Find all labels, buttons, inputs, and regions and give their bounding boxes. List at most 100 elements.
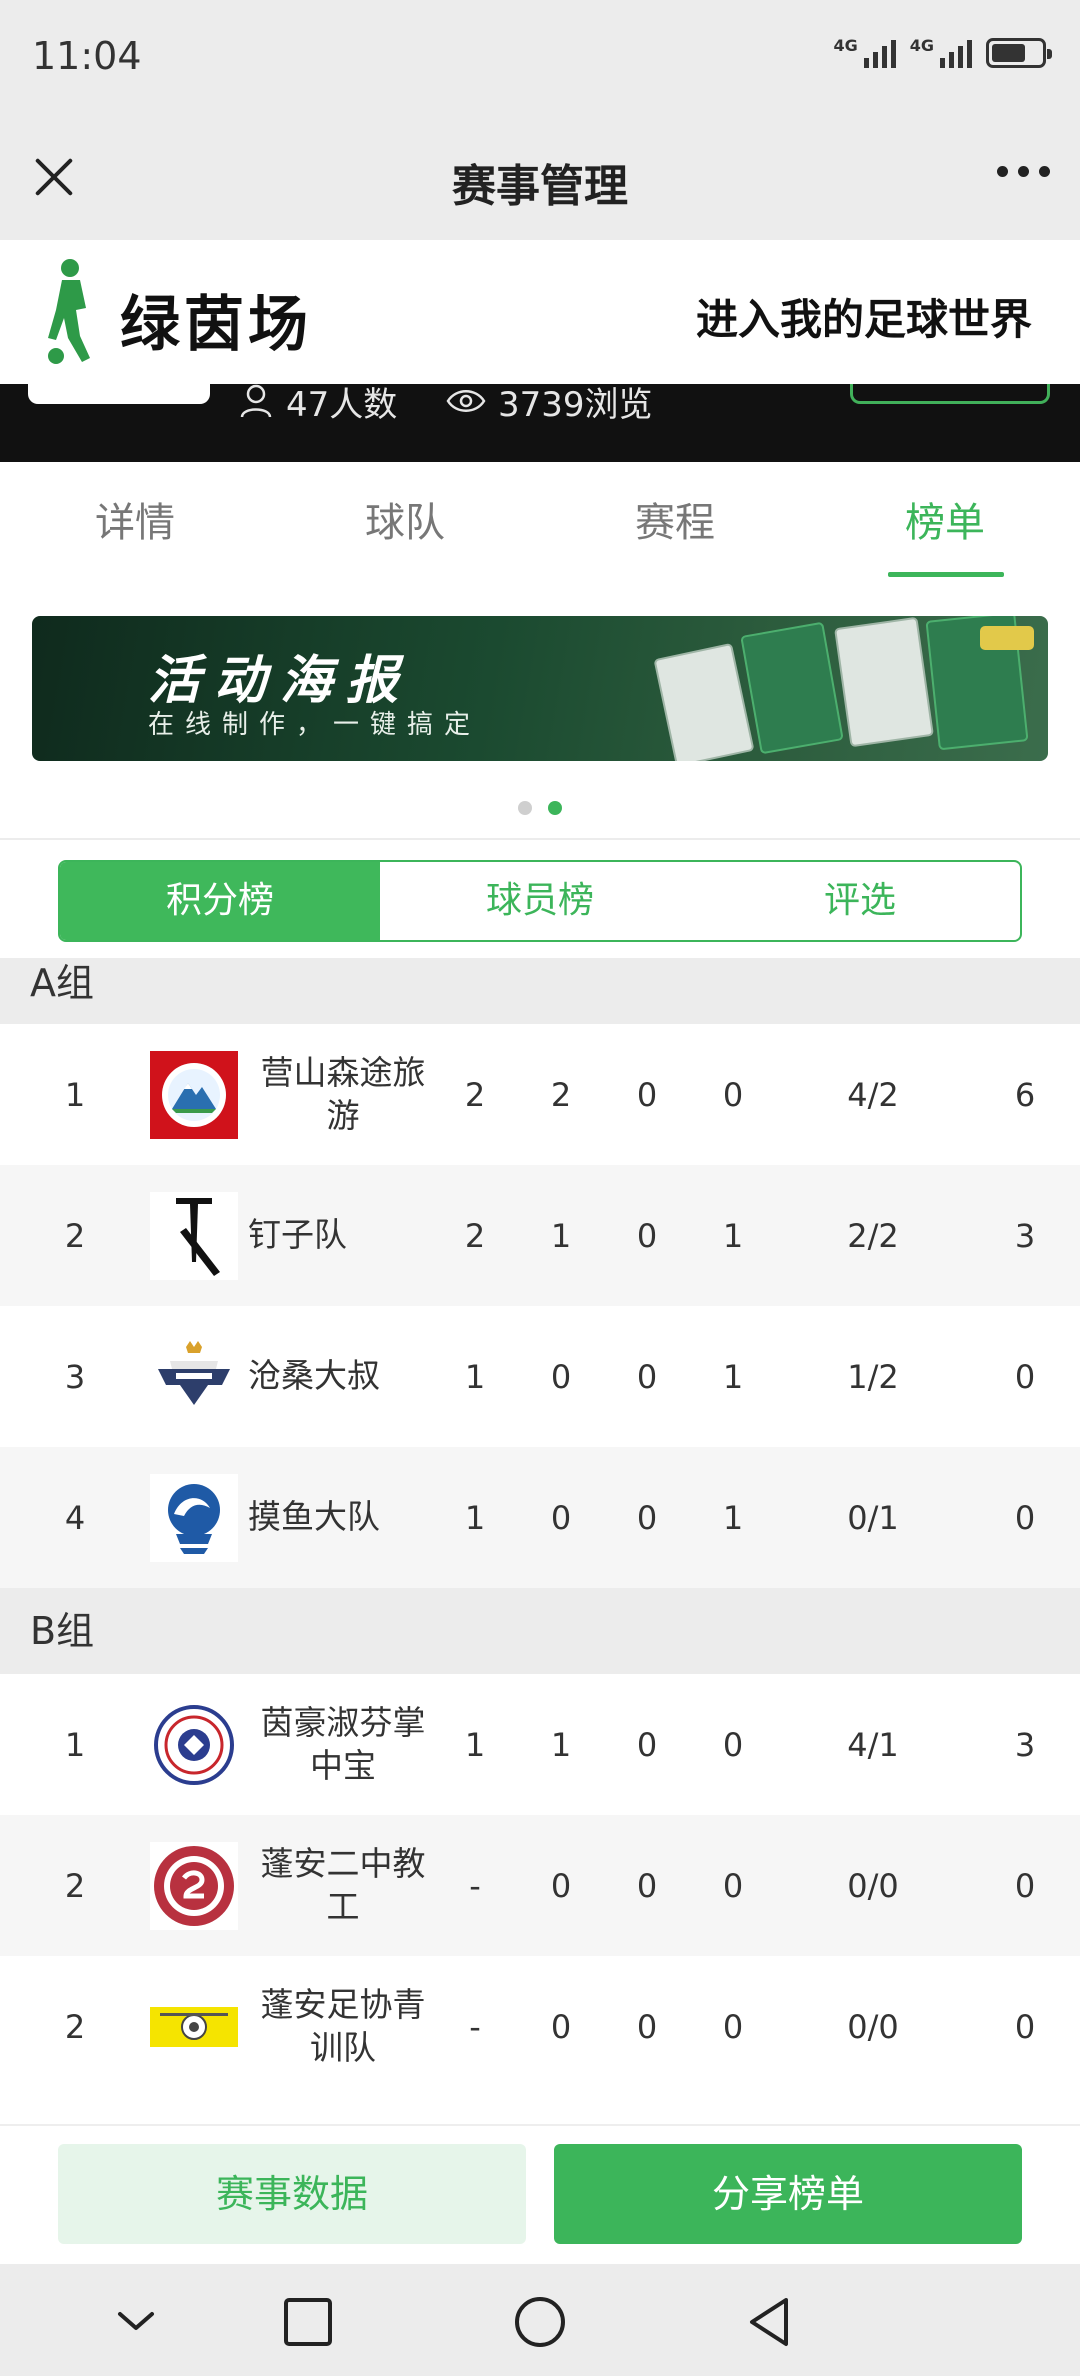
- event-info-strip: 47人数 3739浏览 +关注: [0, 384, 1080, 462]
- active-tab-indicator: [888, 572, 1004, 577]
- wins: 0: [550, 1866, 572, 1905]
- view-count: 3739浏览: [446, 384, 653, 425]
- people-count-label: 47人数: [286, 384, 398, 425]
- wave-badge-icon: [150, 1473, 238, 1562]
- draws: 0: [636, 1866, 658, 1905]
- goals: 4/1: [847, 1725, 899, 1764]
- event-data-button[interactable]: 赛事数据: [58, 2144, 526, 2244]
- tab-schedule[interactable]: 赛程: [595, 490, 755, 548]
- table-row[interactable]: 4 摸鱼大队 1 0 0 1 0/1 0: [0, 1447, 1080, 1588]
- played: 1: [464, 1498, 486, 1537]
- standings-table: A组 1 营山森途旅游 2 2 0 0 4/2 6 2 钉子队 2 1 0 1 …: [0, 958, 1080, 2124]
- goals: 1/2: [847, 1357, 899, 1396]
- table-row[interactable]: 1 营山森途旅游 2 2 0 0 4/2 6: [0, 1024, 1080, 1165]
- more-icon[interactable]: [997, 166, 1050, 177]
- wins: 1: [550, 1216, 572, 1255]
- brand-name: 绿茵场: [120, 290, 312, 360]
- losses: 0: [722, 1075, 744, 1114]
- table-row[interactable]: 1 茵豪淑芬掌中宝 1 1 0 0 4/1 3: [0, 1674, 1080, 1815]
- carousel-indicator: [0, 801, 1080, 815]
- divider: [0, 838, 1080, 840]
- team-logo: [150, 1024, 238, 1165]
- wins: 0: [550, 2007, 572, 2046]
- tab-bar: 详情 球队 赛程 榜单: [0, 462, 1080, 582]
- points: 3: [1014, 1725, 1036, 1764]
- rank: 1: [64, 1075, 86, 1114]
- group-header: B组: [0, 1588, 1080, 1674]
- team-name: 茵豪淑芬掌中宝: [260, 1702, 426, 1785]
- segment-points-table[interactable]: 积分榜: [60, 862, 380, 940]
- network-type-1: 4G: [833, 36, 858, 55]
- person-icon: [240, 384, 272, 418]
- team-logo: [150, 1815, 238, 1956]
- tab-rankings[interactable]: 榜单: [865, 490, 1025, 548]
- team-logo: [150, 1956, 238, 2097]
- event-avatar: [28, 384, 210, 404]
- losses: 0: [722, 2007, 744, 2046]
- bottom-action-bar: 赛事数据 分享榜单: [0, 2124, 1080, 2264]
- points: 0: [1014, 2007, 1036, 2046]
- recent-apps-icon[interactable]: [280, 2294, 336, 2350]
- signal-icon: [863, 38, 896, 68]
- goals: 2/2: [847, 1216, 899, 1255]
- goals: 0/0: [847, 2007, 899, 2046]
- table-row[interactable]: 2 钉子队 2 1 0 1 2/2 3: [0, 1165, 1080, 1306]
- points: 0: [1014, 1866, 1036, 1905]
- segment-player-ranking[interactable]: 球员榜: [380, 862, 700, 940]
- team-name: 摸鱼大队: [248, 1497, 380, 1537]
- carousel-dot-active[interactable]: [548, 801, 562, 815]
- draws: 0: [636, 2007, 658, 2046]
- losses: 1: [722, 1357, 744, 1396]
- team-logo: [150, 1165, 238, 1306]
- mountain-badge-icon: [150, 1050, 238, 1139]
- carousel-dot[interactable]: [518, 801, 532, 815]
- team-logo: [150, 1447, 238, 1588]
- rank: 2: [64, 1216, 86, 1255]
- tab-teams[interactable]: 球队: [325, 490, 485, 548]
- losses: 0: [722, 1725, 744, 1764]
- table-row[interactable]: 3 沧桑大叔 1 0 0 1 1/2 0: [0, 1306, 1080, 1447]
- tab-details[interactable]: 详情: [55, 490, 215, 548]
- points: 6: [1014, 1075, 1036, 1114]
- title-bar: 赛事管理: [0, 118, 1080, 240]
- status-icons: 4G 4G: [833, 36, 1052, 68]
- people-count: 47人数: [238, 384, 397, 425]
- home-icon[interactable]: [512, 2294, 568, 2350]
- network-type-2: 4G: [909, 36, 934, 55]
- poster-banner[interactable]: 活动海报 在线制作，一键搞定: [32, 616, 1048, 761]
- page-title: 赛事管理: [452, 161, 628, 212]
- points: 0: [1014, 1498, 1036, 1537]
- brand-slogan: 进入我的足球世界: [695, 295, 1032, 344]
- team-logo: [150, 1674, 238, 1815]
- system-nav-bar: [0, 2264, 1080, 2376]
- draws: 0: [636, 1216, 658, 1255]
- group-header: A组: [0, 958, 1080, 1024]
- table-row[interactable]: 2 蓬安足协青训队 - 0 0 0 0/0 0: [0, 1956, 1080, 2097]
- wins: 0: [550, 1357, 572, 1396]
- poster-subtitle: 在线制作，一键搞定: [148, 710, 482, 740]
- draws: 0: [636, 1075, 658, 1114]
- follow-button[interactable]: +关注: [850, 384, 1050, 404]
- battery-icon: [986, 38, 1052, 68]
- losses: 0: [722, 1866, 744, 1905]
- rank: 2: [64, 2007, 86, 2046]
- share-ranking-button[interactable]: 分享榜单: [554, 2144, 1022, 2244]
- draws: 0: [636, 1498, 658, 1537]
- wins: 0: [550, 1498, 572, 1537]
- played: 1: [464, 1357, 486, 1396]
- team-name: 钉子队: [248, 1215, 347, 1255]
- segment-selection[interactable]: 评选: [700, 862, 1020, 940]
- signal-icon: [940, 38, 972, 68]
- losses: 1: [722, 1498, 744, 1537]
- crown-shield-icon: [150, 1332, 238, 1421]
- rank: 4: [64, 1498, 86, 1537]
- brand-banner[interactable]: 绿茵场 进入我的足球世界: [0, 240, 1080, 384]
- rank: 2: [64, 1866, 86, 1905]
- chevron-down-icon[interactable]: [108, 2294, 164, 2350]
- played: 1: [464, 1725, 486, 1764]
- ranking-type-switch: 积分榜 球员榜 评选: [58, 860, 1022, 942]
- back-icon[interactable]: [742, 2294, 798, 2350]
- wins: 1: [550, 1725, 572, 1764]
- table-row[interactable]: 2 蓬安二中教工 - 0 0 0 0/0 0: [0, 1815, 1080, 1956]
- losses: 1: [722, 1216, 744, 1255]
